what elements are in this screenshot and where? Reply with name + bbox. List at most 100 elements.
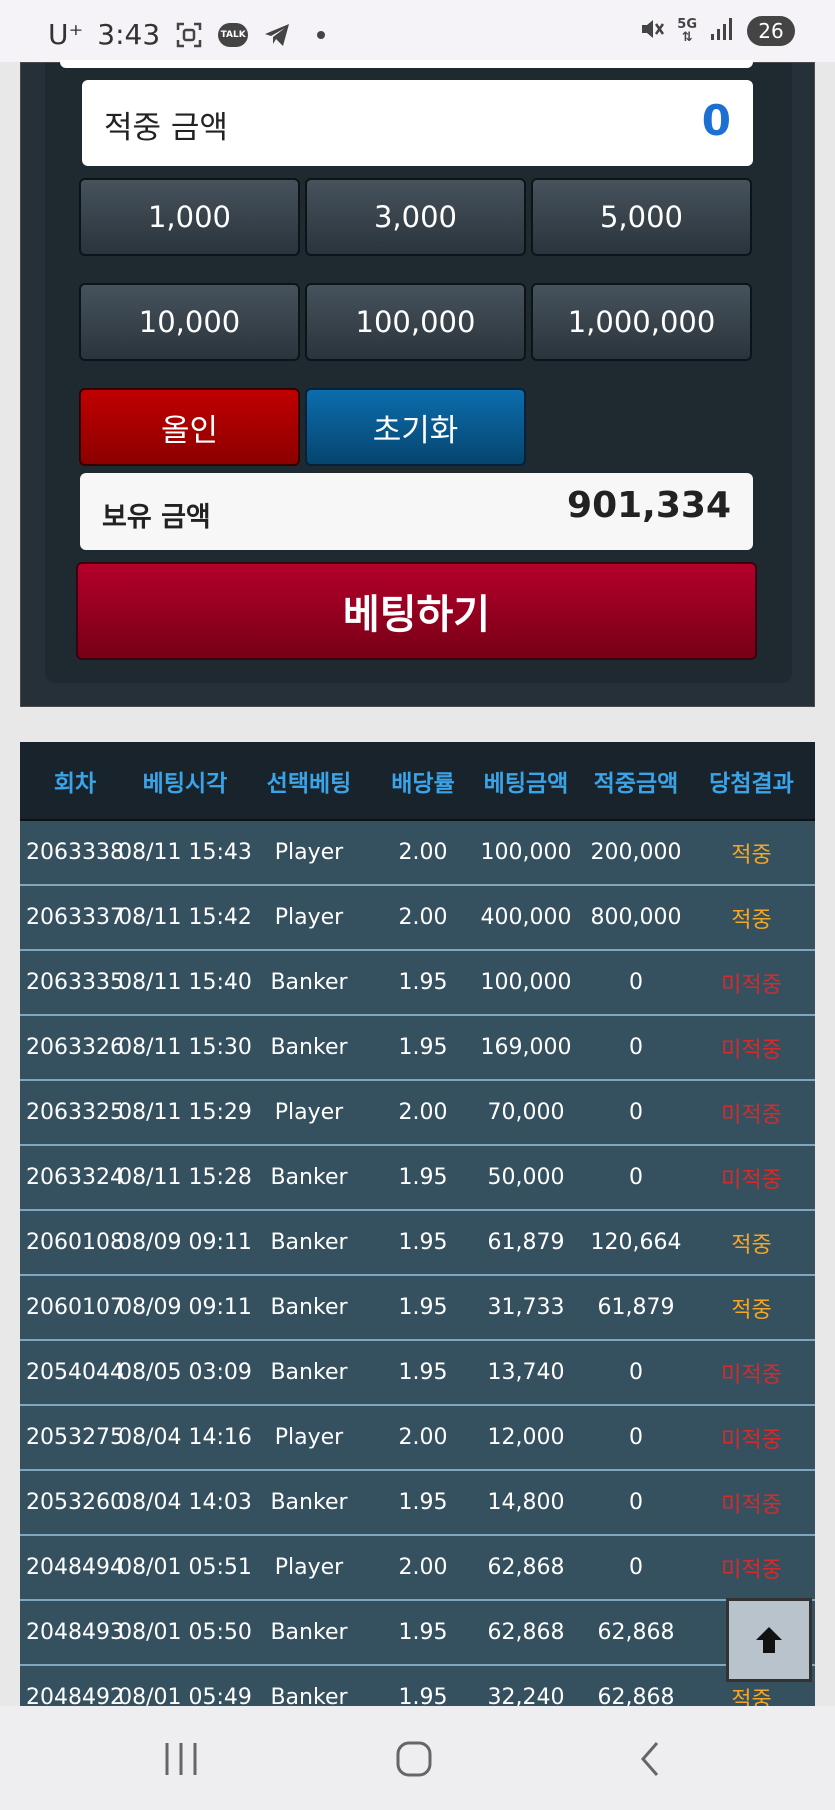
cell-bet-time: 08/01 05:50 bbox=[118, 1620, 252, 1645]
hit-amount-label: 적중 금액 bbox=[104, 110, 228, 146]
cell-odds: 2.00 bbox=[398, 905, 448, 930]
balance-label: 보유 금액 bbox=[102, 502, 211, 533]
cell-hit-amount: 0 bbox=[629, 1100, 643, 1125]
back-icon[interactable] bbox=[620, 1736, 680, 1782]
hit-amount-value: 0 bbox=[701, 96, 731, 145]
cell-odds: 2.00 bbox=[398, 1555, 448, 1580]
cell-hit-amount: 0 bbox=[629, 970, 643, 995]
cell-hit-amount: 62,868 bbox=[597, 1685, 675, 1706]
chip-button-1000[interactable]: 1,000 bbox=[79, 178, 300, 256]
cell-result: 미적중 bbox=[721, 1167, 782, 1193]
carrier-label: U⁺ bbox=[48, 18, 84, 51]
table-row: 2048494 08/01 05:51 Player 2.00 62,868 0 미적중 bbox=[20, 1536, 815, 1601]
home-icon[interactable] bbox=[384, 1736, 444, 1782]
cell-round: 2063324 bbox=[26, 1165, 124, 1190]
cell-bet-time: 08/04 14:03 bbox=[118, 1490, 252, 1515]
telegram-icon bbox=[262, 20, 292, 50]
cell-bet-amount: 169,000 bbox=[480, 1035, 572, 1060]
chip-button-5000[interactable]: 5,000 bbox=[531, 178, 752, 256]
cell-result: 미적중 bbox=[721, 1102, 782, 1128]
balance-value: 901,334 bbox=[567, 485, 731, 526]
cell-selection: Player bbox=[274, 840, 344, 865]
cell-bet-amount: 100,000 bbox=[480, 970, 572, 995]
cell-bet-time: 08/11 15:28 bbox=[118, 1165, 252, 1190]
cell-round: 2063325 bbox=[26, 1100, 124, 1125]
cell-odds: 1.95 bbox=[398, 970, 448, 995]
cell-bet-amount: 70,000 bbox=[487, 1100, 565, 1125]
battery-indicator: 26 bbox=[747, 16, 795, 46]
cell-hit-amount: 0 bbox=[629, 1555, 643, 1580]
cell-bet-time: 08/11 15:30 bbox=[118, 1035, 252, 1060]
cell-round: 2048494 bbox=[26, 1555, 124, 1580]
cell-round: 2063335 bbox=[26, 970, 124, 995]
header-odds: 배당률 bbox=[391, 770, 455, 797]
cell-selection: Banker bbox=[270, 1685, 348, 1706]
cell-bet-amount: 50,000 bbox=[487, 1165, 565, 1190]
place-bet-button[interactable]: 베팅하기 bbox=[76, 562, 757, 660]
clock: 3:43 bbox=[97, 18, 161, 51]
cell-selection: Player bbox=[274, 905, 344, 930]
cell-bet-time: 08/04 14:16 bbox=[118, 1425, 252, 1450]
chip-button-100000[interactable]: 100,000 bbox=[305, 283, 526, 361]
cell-odds: 2.00 bbox=[398, 1425, 448, 1450]
table-row: 2063325 08/11 15:29 Player 2.00 70,000 0 미적중 bbox=[20, 1081, 815, 1146]
scroll-to-top-button[interactable] bbox=[726, 1598, 812, 1682]
hit-amount-box: 적중 금액 0 bbox=[82, 80, 753, 166]
table-row: 2063324 08/11 15:28 Banker 1.95 50,000 0 미적중 bbox=[20, 1146, 815, 1211]
cell-result: 미적중 bbox=[721, 1427, 782, 1453]
cell-result: 미적중 bbox=[721, 1037, 782, 1063]
table-row: 2063337 08/11 15:42 Player 2.00 400,000 800,0… bbox=[20, 886, 815, 951]
cell-round: 2048492 bbox=[26, 1685, 124, 1706]
cell-bet-time: 08/11 15:40 bbox=[118, 970, 252, 995]
reset-button[interactable]: 초기화 bbox=[305, 388, 526, 466]
cell-result: 미적중 bbox=[721, 1557, 782, 1583]
cell-hit-amount: 800,000 bbox=[590, 905, 682, 930]
signal-icon bbox=[709, 16, 735, 46]
cell-result: 적중 bbox=[731, 907, 772, 933]
all-in-button[interactable]: 올인 bbox=[79, 388, 300, 466]
cell-bet-amount: 12,000 bbox=[487, 1425, 565, 1450]
cell-bet-amount: 13,740 bbox=[487, 1360, 565, 1385]
cell-hit-amount: 0 bbox=[629, 1035, 643, 1060]
header-selection: 선택베팅 bbox=[266, 770, 352, 797]
header-round: 회차 bbox=[53, 770, 97, 797]
header-bet-time: 베팅시각 bbox=[142, 770, 228, 797]
cell-round: 2053260 bbox=[26, 1490, 124, 1515]
screenshot-icon bbox=[174, 20, 204, 50]
cell-result: 미적중 bbox=[721, 972, 782, 998]
cell-hit-amount: 0 bbox=[629, 1425, 643, 1450]
cell-odds: 1.95 bbox=[398, 1295, 448, 1320]
cell-hit-amount: 62,868 bbox=[597, 1620, 675, 1645]
cell-bet-amount: 400,000 bbox=[480, 905, 572, 930]
cell-hit-amount: 61,879 bbox=[597, 1295, 675, 1320]
chip-button-1000000[interactable]: 1,000,000 bbox=[531, 283, 752, 361]
cell-selection: Banker bbox=[270, 1035, 348, 1060]
cell-bet-amount: 31,733 bbox=[487, 1295, 565, 1320]
cell-hit-amount: 0 bbox=[629, 1490, 643, 1515]
cell-result: 적중 bbox=[731, 842, 772, 868]
cell-result: 적중 bbox=[731, 1232, 772, 1258]
cell-round: 2063326 bbox=[26, 1035, 124, 1060]
recent-apps-icon[interactable] bbox=[151, 1736, 211, 1782]
header-result: 당첨결과 bbox=[709, 770, 794, 797]
cell-bet-amount: 62,868 bbox=[487, 1555, 565, 1580]
cell-round: 2054044 bbox=[26, 1360, 124, 1385]
cell-result: 미적중 bbox=[721, 1492, 782, 1518]
talk-icon: TALK bbox=[218, 22, 249, 47]
bet-panel-top-field bbox=[60, 60, 753, 68]
table-row: 2060107 08/09 09:11 Banker 1.95 31,733 61,879… bbox=[20, 1276, 815, 1341]
cell-round: 2063337 bbox=[26, 905, 124, 930]
table-header: 회차 베팅시각 선택베팅 배당률 베팅금액 적중금액 당첨결과 bbox=[20, 742, 815, 821]
navigation-bar bbox=[0, 1706, 835, 1810]
header-hit-amount: 적중금액 bbox=[593, 770, 679, 797]
cell-result: 적중 bbox=[731, 1297, 772, 1323]
cell-bet-time: 08/11 15:29 bbox=[118, 1100, 252, 1125]
5g-icon: 5G ⇅ bbox=[677, 17, 697, 45]
chip-button-3000[interactable]: 3,000 bbox=[305, 178, 526, 256]
cell-result: 미적중 bbox=[721, 1362, 782, 1388]
table-row: 2053275 08/04 14:16 Player 2.00 12,000 0 미적중 bbox=[20, 1406, 815, 1471]
cell-selection: Banker bbox=[270, 1230, 348, 1255]
table-row: 2063338 08/11 15:43 Player 2.00 100,000 200,0… bbox=[20, 821, 815, 886]
chip-button-10000[interactable]: 10,000 bbox=[79, 283, 300, 361]
cell-odds: 2.00 bbox=[398, 840, 448, 865]
